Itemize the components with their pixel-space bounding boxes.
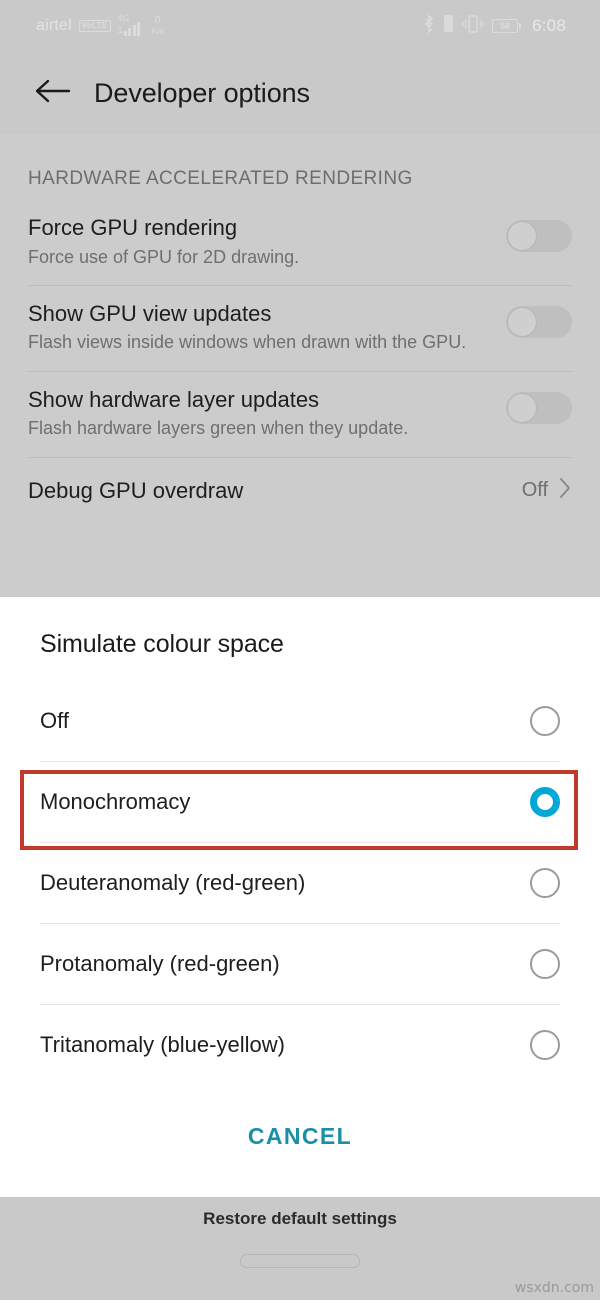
vibrate-icon xyxy=(462,14,484,39)
option-protanomaly[interactable]: Protanomaly (red-green) xyxy=(0,924,600,1004)
settings-list: HARDWARE ACCELERATED RENDERING Force GPU… xyxy=(0,134,600,600)
clock-label: 6:08 xyxy=(532,16,566,35)
setting-texts: Show GPU view updates Flash views inside… xyxy=(28,300,480,355)
toggle-force-gpu-rendering[interactable] xyxy=(506,220,572,252)
toggle-knob xyxy=(507,392,537,423)
data-speed-unit: K/s xyxy=(151,26,165,36)
page-title: Developer options xyxy=(94,77,310,108)
setting-title: Debug GPU overdraw xyxy=(28,477,244,503)
setting-row-debug-gpu-overdraw[interactable]: Debug GPU overdraw Off xyxy=(0,458,600,524)
battery-level-label: 58 xyxy=(500,20,511,31)
arrow-left-icon xyxy=(32,76,72,111)
toggle-knob xyxy=(507,221,537,251)
setting-subtitle: Force use of GPU for 2D drawing. xyxy=(28,246,300,267)
radio-protanomaly[interactable] xyxy=(530,949,560,979)
setting-subtitle: Flash hardware layers green when they up… xyxy=(28,418,409,439)
bottom-bar: Restore default settings wsxdn.com xyxy=(0,1197,600,1300)
section-header-hardware-accelerated-rendering: HARDWARE ACCELERATED RENDERING xyxy=(28,168,413,189)
radio-monochromacy[interactable] xyxy=(530,787,560,817)
sim-card-icon xyxy=(443,14,454,38)
setting-row-force-gpu-rendering[interactable]: Force GPU rendering Force use of GPU for… xyxy=(0,200,600,285)
setting-value: Off xyxy=(521,479,548,502)
status-bar-left: airtel VoLTE 4G 1 0 K/s xyxy=(36,13,164,36)
back-button[interactable] xyxy=(28,69,76,117)
signal-strength-icon: 4G 1 xyxy=(117,13,141,36)
signal-bars-icon xyxy=(123,22,141,36)
option-off[interactable]: Off xyxy=(0,681,600,761)
volte-icon: VoLTE xyxy=(78,20,111,32)
toggle-show-hardware-layer-updates[interactable] xyxy=(506,391,572,424)
option-monochromacy[interactable]: Monochromacy xyxy=(0,762,600,842)
setting-title: Show GPU view updates xyxy=(28,300,272,326)
colour-space-option-list: Off Monochromacy Deuteranomaly (red-gree… xyxy=(0,681,600,1085)
radio-deuteranomaly[interactable] xyxy=(530,868,560,898)
network-type-label: 4G xyxy=(117,13,130,23)
watermark-label: wsxdn.com xyxy=(514,1280,594,1296)
dialog-actions: CANCEL xyxy=(0,1113,600,1160)
cancel-button[interactable]: CANCEL xyxy=(226,1113,374,1160)
bluetooth-icon xyxy=(423,13,435,39)
radio-off[interactable] xyxy=(530,706,560,736)
carrier-label: airtel xyxy=(36,17,72,34)
dialog-title: Simulate colour space xyxy=(40,630,284,658)
chevron-right-icon xyxy=(558,476,572,506)
status-bar-right: 58 6:08 xyxy=(423,13,566,39)
data-speed-indicator: 0 K/s xyxy=(151,16,164,36)
setting-title: Show hardware layer updates xyxy=(28,386,320,412)
setting-texts: Show hardware layer updates Flash hardwa… xyxy=(28,386,480,441)
option-label: Off xyxy=(40,708,69,733)
option-label: Monochromacy xyxy=(40,789,191,814)
setting-subtitle: Flash views inside windows when drawn wi… xyxy=(28,332,467,353)
radio-tritanomaly[interactable] xyxy=(530,1030,560,1060)
setting-row-show-hardware-layer-updates[interactable]: Show hardware layer updates Flash hardwa… xyxy=(0,372,600,457)
simulate-colour-space-dialog: Simulate colour space Off Monochromacy D… xyxy=(0,597,600,1197)
restore-default-settings-label[interactable]: Restore default settings xyxy=(0,1197,600,1229)
option-label: Protanomaly (red-green) xyxy=(40,951,280,976)
data-speed-value: 0 xyxy=(154,15,161,26)
home-gesture-pill[interactable] xyxy=(240,1254,360,1268)
setting-texts: Debug GPU overdraw xyxy=(28,477,480,505)
network-sub-label: 1 xyxy=(117,25,123,35)
option-label: Tritanomaly (blue-yellow) xyxy=(40,1032,285,1057)
toggle-knob xyxy=(507,306,537,337)
option-label: Deuteranomaly (red-green) xyxy=(40,870,306,895)
battery-icon: 58 xyxy=(492,19,522,33)
setting-row-show-gpu-view-updates[interactable]: Show GPU view updates Flash views inside… xyxy=(0,286,600,371)
option-tritanomaly[interactable]: Tritanomaly (blue-yellow) xyxy=(0,1005,600,1085)
setting-texts: Force GPU rendering Force use of GPU for… xyxy=(28,214,480,269)
toggle-show-gpu-view-updates[interactable] xyxy=(506,305,572,338)
setting-value-group: Off xyxy=(522,476,572,506)
status-bar: airtel VoLTE 4G 1 0 K/s 58 6:08 xyxy=(0,0,600,52)
option-deuteranomaly[interactable]: Deuteranomaly (red-green) xyxy=(0,843,600,923)
app-bar: Developer options xyxy=(0,52,600,134)
setting-title: Force GPU rendering xyxy=(28,215,238,240)
phone-screen: airtel VoLTE 4G 1 0 K/s 58 6:08 Develope… xyxy=(0,0,600,1300)
